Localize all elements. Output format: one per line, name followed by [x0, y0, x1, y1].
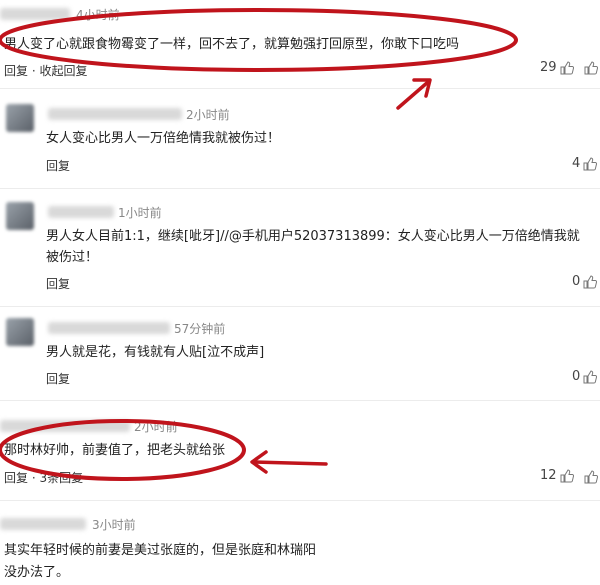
- comment-time: 1小时前: [118, 206, 162, 220]
- comment-time: 4小时前: [76, 8, 120, 22]
- blur-fade: [320, 545, 600, 585]
- thumbs-up-icon: [583, 156, 598, 171]
- reply-action[interactable]: 回复: [46, 275, 70, 292]
- thumbs-up-icon: [583, 369, 598, 384]
- like-count: 4: [572, 156, 581, 171]
- thumbs-up-icon: [583, 274, 598, 289]
- thumbs-up-icon: [560, 468, 574, 483]
- comment-text-continued: 没办法了。: [4, 565, 70, 580]
- avatar[interactable]: [6, 318, 34, 346]
- divider: [0, 88, 600, 89]
- username-blurred: [48, 206, 114, 218]
- comment-time: 2小时前: [186, 108, 230, 122]
- like-count: 0: [572, 274, 581, 289]
- comment-text: 男人就是花，有钱就有人贴[泣不成声]: [46, 345, 265, 360]
- thumbs-up-icon[interactable]: [584, 60, 599, 79]
- thumbs-up-icon[interactable]: [584, 469, 599, 488]
- username-blurred: [0, 518, 86, 530]
- username-blurred: [0, 420, 130, 432]
- comment-time: 3小时前: [92, 518, 136, 532]
- avatar[interactable]: [6, 202, 34, 230]
- username-blurred: [48, 322, 170, 334]
- like-button[interactable]: 0: [572, 369, 598, 384]
- reply-action[interactable]: 回复: [46, 157, 70, 174]
- divider: [0, 188, 600, 189]
- reply-action[interactable]: 回复: [46, 370, 70, 387]
- reply-action[interactable]: 回复 · 3条回复: [4, 469, 83, 486]
- divider: [0, 306, 600, 307]
- reply-action[interactable]: 回复 · 收起回复: [4, 62, 87, 79]
- like-button[interactable]: 0: [572, 274, 598, 289]
- divider: [0, 500, 600, 501]
- divider: [0, 400, 600, 401]
- username-blurred: [0, 8, 70, 20]
- like-button[interactable]: 4: [572, 156, 598, 171]
- like-count: 12: [540, 468, 557, 483]
- comment-text: 女人变心比男人一万倍绝情我就被伤过！: [46, 131, 281, 146]
- red-arrow-icon: [396, 78, 432, 110]
- username-blurred: [48, 108, 182, 120]
- comment-time: 2小时前: [134, 420, 178, 434]
- like-button[interactable]: 29: [540, 60, 574, 75]
- comment-time: 57分钟前: [174, 322, 226, 336]
- thumbs-up-icon: [560, 60, 574, 75]
- comment-text: 那时林好帅，前妻值了，把老头就给张: [4, 443, 226, 458]
- comment-text: 男人女人目前1:1，继续[呲牙]//@手机用户52037313899：女人变心比…: [46, 229, 580, 265]
- like-count: 0: [572, 369, 581, 384]
- avatar[interactable]: [6, 104, 34, 132]
- comment-text: 男人变了心就跟食物霉变了一样，回不去了，就算勉强打回原型，你敢下口吃吗: [4, 37, 460, 52]
- like-button[interactable]: 12: [540, 468, 574, 483]
- like-count: 29: [540, 60, 557, 75]
